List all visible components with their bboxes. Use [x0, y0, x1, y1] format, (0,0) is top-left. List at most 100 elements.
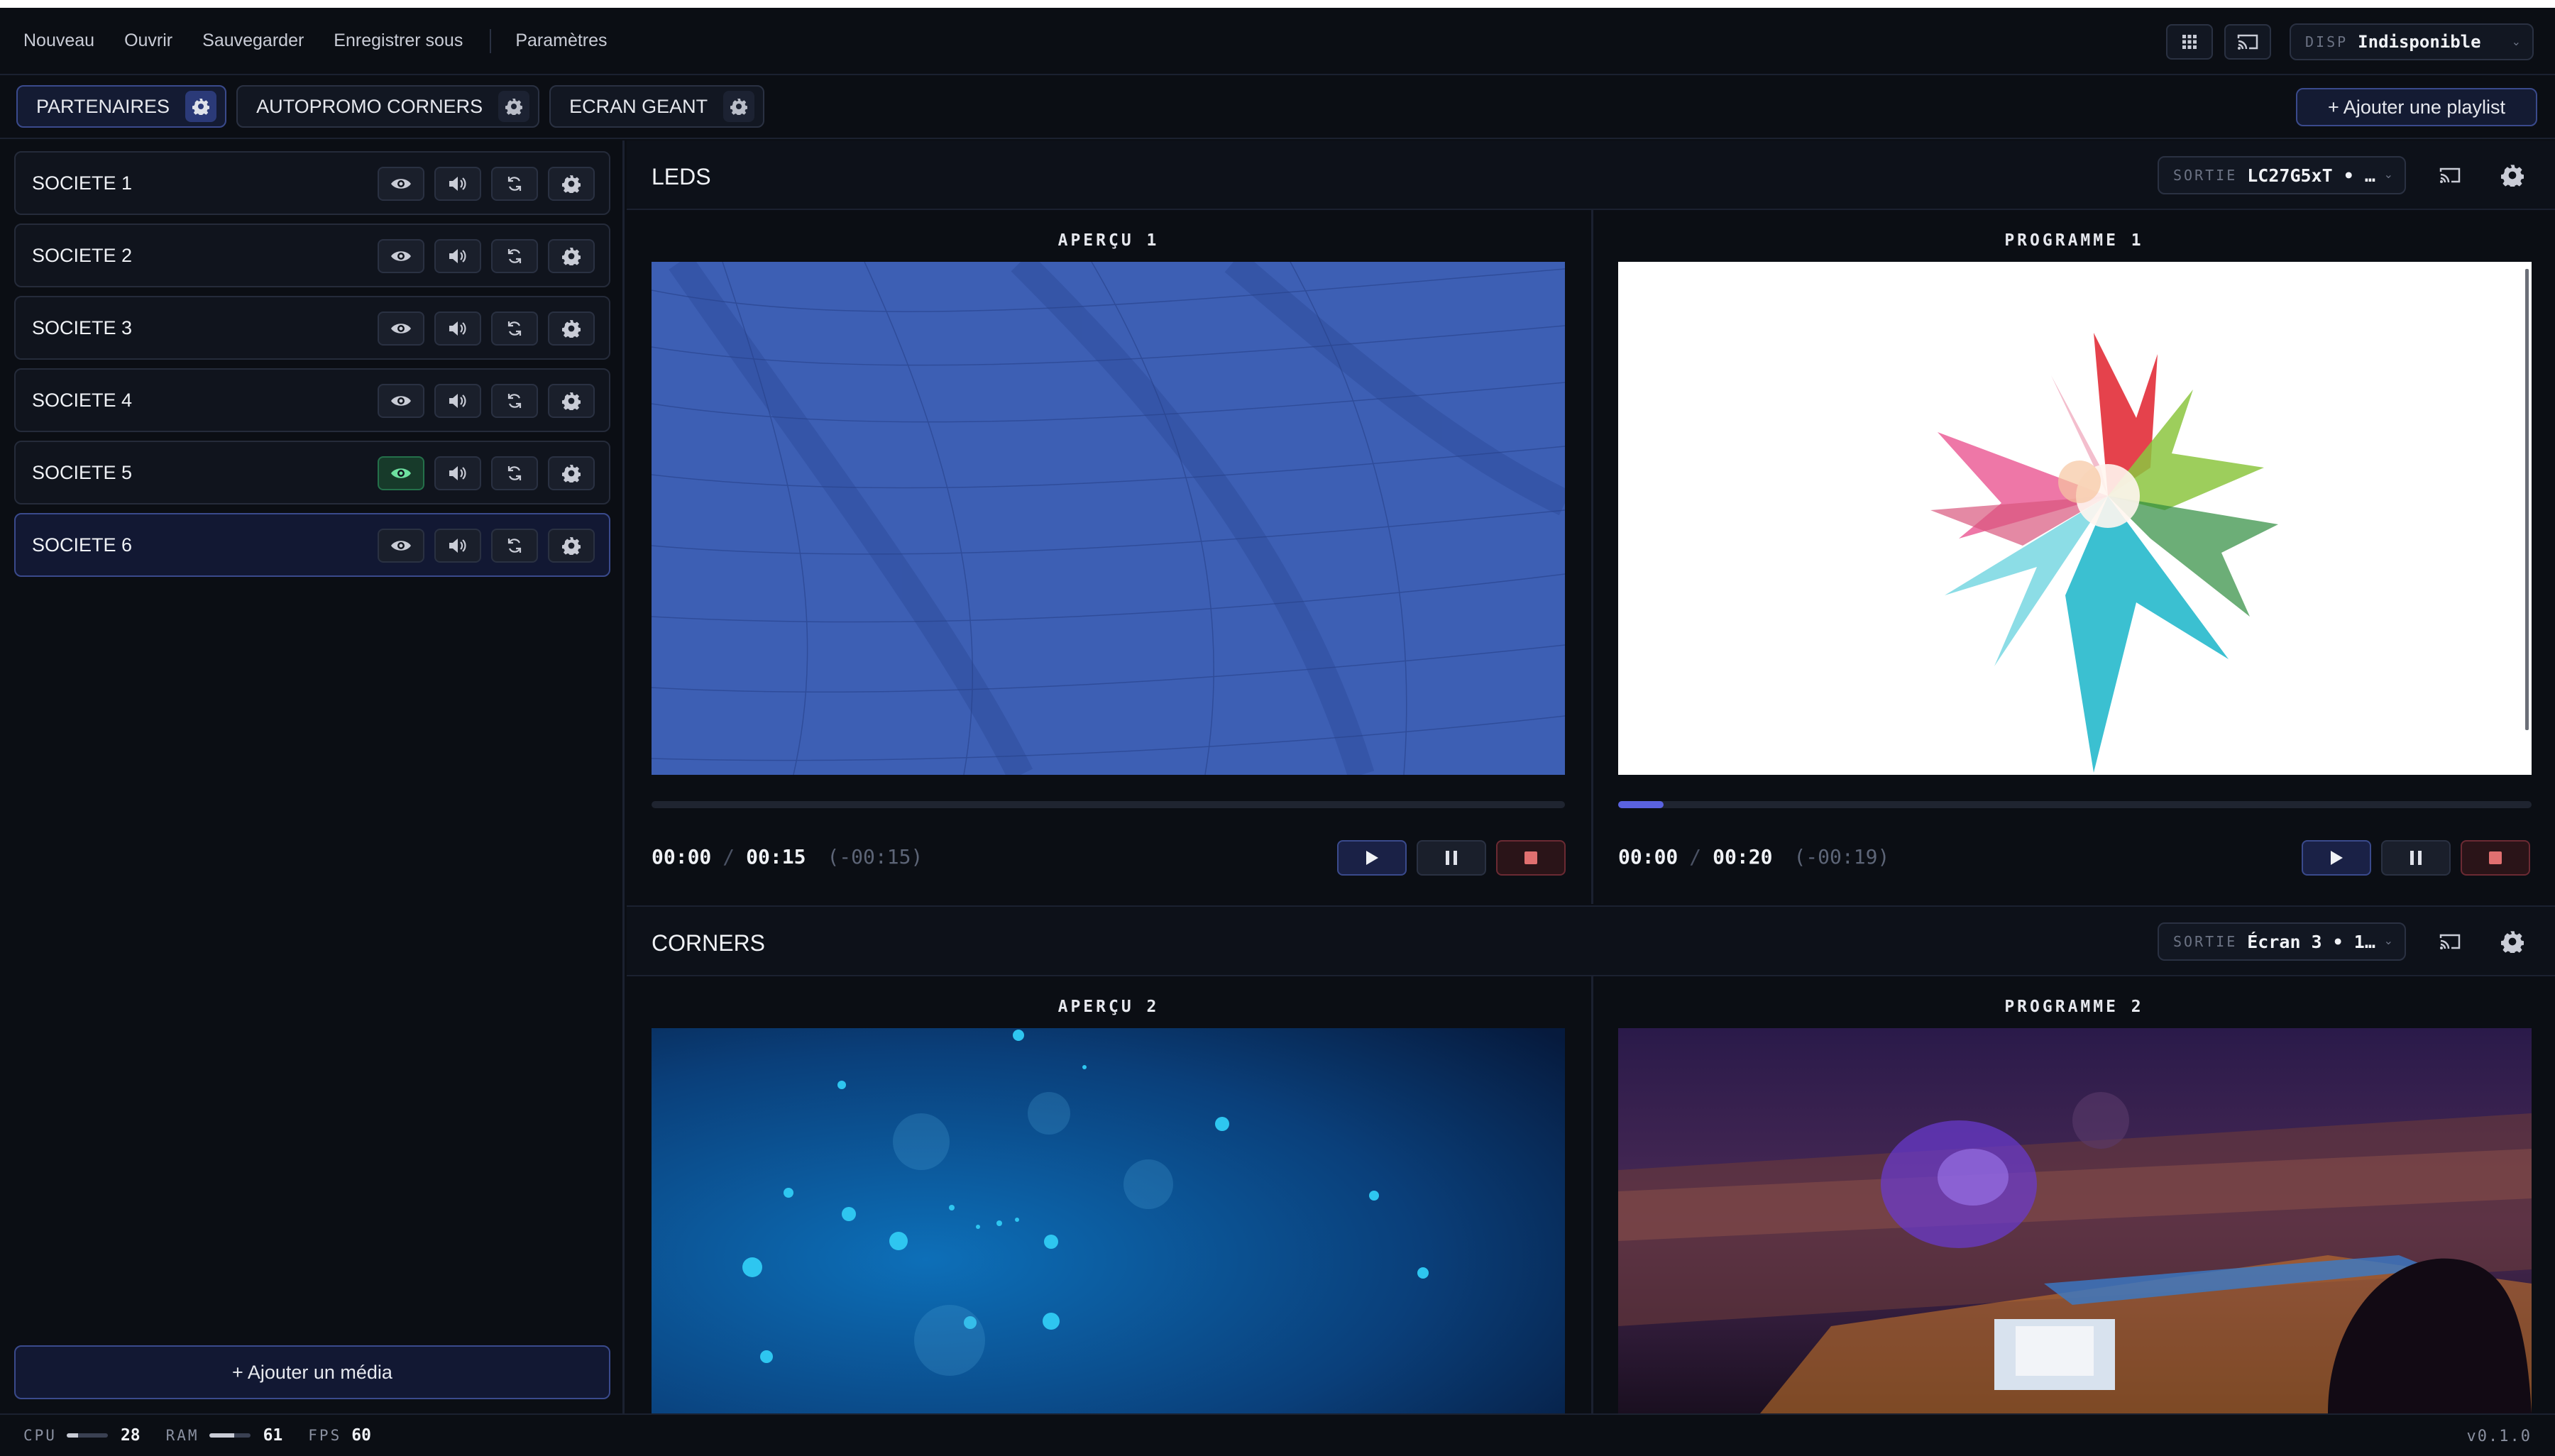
media-row[interactable]: SOCIETE 5: [14, 441, 610, 504]
loop-button[interactable]: [491, 384, 538, 418]
menu-parametres[interactable]: Paramètres: [515, 31, 607, 51]
media-row[interactable]: SOCIETE 2: [14, 224, 610, 287]
stop-icon: [2489, 851, 2502, 864]
display-select[interactable]: DISP Indisponible ⌄: [2290, 23, 2534, 60]
sortie-label: SORTIE: [2173, 933, 2238, 950]
time-total: 00:20: [1713, 845, 1773, 868]
visibility-toggle[interactable]: [378, 456, 424, 490]
media-actions: [368, 311, 595, 346]
menu-ouvrir[interactable]: Ouvrir: [124, 31, 172, 51]
media-actions: [368, 384, 595, 418]
time-separator: /: [1689, 845, 1702, 868]
program-pane-2: PROGRAMME 2: [1591, 976, 2555, 1413]
tab-label: PARTENAIRES: [36, 95, 170, 117]
loop-button[interactable]: [491, 167, 538, 201]
loop-button[interactable]: [491, 239, 538, 273]
media-list: SOCIETE 1 SOCIETE 2 SOCIETE 3 SOCIETE 4 SOCI…: [14, 151, 610, 585]
menu-nouveau[interactable]: Nouveau: [23, 31, 94, 51]
media-name: SOCIETE 6: [32, 534, 133, 556]
cast-button[interactable]: [2428, 156, 2472, 194]
cast-button[interactable]: [2428, 922, 2472, 961]
tab-partenaires[interactable]: PARTENAIRES: [16, 85, 227, 128]
volume-icon: [449, 321, 466, 336]
section-settings-button[interactable]: [2490, 156, 2534, 194]
add-media-button[interactable]: + Ajouter un média: [14, 1345, 610, 1399]
volume-button[interactable]: [434, 311, 481, 346]
sortie-select[interactable]: SORTIE Écran 3 • 1… ⌄: [2158, 922, 2406, 961]
visibility-toggle[interactable]: [378, 311, 424, 346]
section-header: CORNERS SORTIE Écran 3 • 1… ⌄: [627, 907, 2555, 976]
eye-icon: [391, 396, 411, 406]
loop-icon: [507, 394, 522, 408]
media-row[interactable]: SOCIETE 3: [14, 296, 610, 360]
volume-button[interactable]: [434, 239, 481, 273]
media-row[interactable]: SOCIETE 4: [14, 368, 610, 432]
progress-bar[interactable]: [652, 801, 1565, 808]
volume-button[interactable]: [434, 167, 481, 201]
progress-bar[interactable]: [1618, 801, 2532, 808]
media-settings-button[interactable]: [548, 456, 595, 490]
play-button[interactable]: [1337, 840, 1407, 876]
preview-screen-1[interactable]: [652, 262, 1565, 775]
loop-icon: [507, 321, 522, 336]
section-title: CORNERS: [652, 930, 766, 956]
stop-button[interactable]: [1496, 840, 1566, 876]
display-value: Indisponible: [2358, 32, 2481, 52]
loop-button[interactable]: [491, 311, 538, 346]
program-screen-2[interactable]: [1618, 1028, 2532, 1413]
volume-button[interactable]: [434, 456, 481, 490]
playlist-tabbar: PARTENAIRES AUTOPROMO CORNERS ECRAN GEAN…: [0, 75, 2555, 139]
eye-icon: [391, 324, 411, 333]
menu-sauvegarder[interactable]: Sauvegarder: [202, 31, 304, 51]
media-settings-button[interactable]: [548, 384, 595, 418]
loop-button[interactable]: [491, 529, 538, 563]
grid-view-button[interactable]: [2166, 24, 2213, 60]
tab-settings-button[interactable]: [498, 91, 530, 122]
play-button[interactable]: [2302, 840, 2371, 876]
cast-button[interactable]: [2224, 24, 2271, 60]
tab-settings-button[interactable]: [723, 91, 755, 122]
loop-icon: [507, 249, 522, 263]
tab-ecran-geant[interactable]: ECRAN GEANT: [549, 85, 765, 128]
pause-button[interactable]: [1417, 840, 1486, 876]
section-title: LEDS: [652, 164, 711, 189]
ram-label: RAM: [165, 1427, 199, 1444]
media-settings-button[interactable]: [548, 167, 595, 201]
media-row[interactable]: SOCIETE 1: [14, 151, 610, 215]
visibility-toggle[interactable]: [378, 529, 424, 563]
media-name: SOCIETE 1: [32, 172, 133, 194]
sortie-select[interactable]: SORTIE LC27G5xT • … ⌄: [2158, 156, 2406, 194]
tab-settings-button[interactable]: [185, 91, 217, 122]
transport-controls: [2292, 840, 2530, 876]
gear-icon: [562, 392, 581, 410]
pause-icon: [2410, 851, 2422, 865]
media-settings-button[interactable]: [548, 311, 595, 346]
sortie-value: Écran 3 • 1…: [2247, 931, 2375, 952]
menu-enregistrer-sous[interactable]: Enregistrer sous: [334, 31, 463, 51]
ram-value: 61: [263, 1426, 283, 1445]
add-playlist-button[interactable]: + Ajouter une playlist: [2296, 88, 2537, 126]
volume-button[interactable]: [434, 384, 481, 418]
progress-fill: [1618, 801, 1664, 808]
pause-button[interactable]: [2381, 840, 2451, 876]
section-settings-button[interactable]: [2490, 922, 2534, 961]
media-row[interactable]: SOCIETE 6: [14, 513, 610, 577]
chevron-down-icon: ⌄: [2511, 36, 2521, 48]
preview-screen-2[interactable]: [652, 1028, 1565, 1413]
stop-button[interactable]: [2461, 840, 2530, 876]
tab-label: AUTOPROMO CORNERS: [256, 95, 483, 117]
visibility-toggle[interactable]: [378, 384, 424, 418]
media-settings-button[interactable]: [548, 239, 595, 273]
volume-icon: [449, 177, 466, 191]
loop-button[interactable]: [491, 456, 538, 490]
media-settings-button[interactable]: [548, 529, 595, 563]
volume-button[interactable]: [434, 529, 481, 563]
program-screen-1[interactable]: [1618, 262, 2532, 775]
loop-icon: [507, 466, 522, 480]
media-actions: [368, 167, 595, 201]
visibility-toggle[interactable]: [378, 167, 424, 201]
preview-image-blue-particles: [652, 1028, 1565, 1413]
loop-icon: [507, 177, 522, 191]
visibility-toggle[interactable]: [378, 239, 424, 273]
tab-autopromo-corners[interactable]: AUTOPROMO CORNERS: [236, 85, 540, 128]
